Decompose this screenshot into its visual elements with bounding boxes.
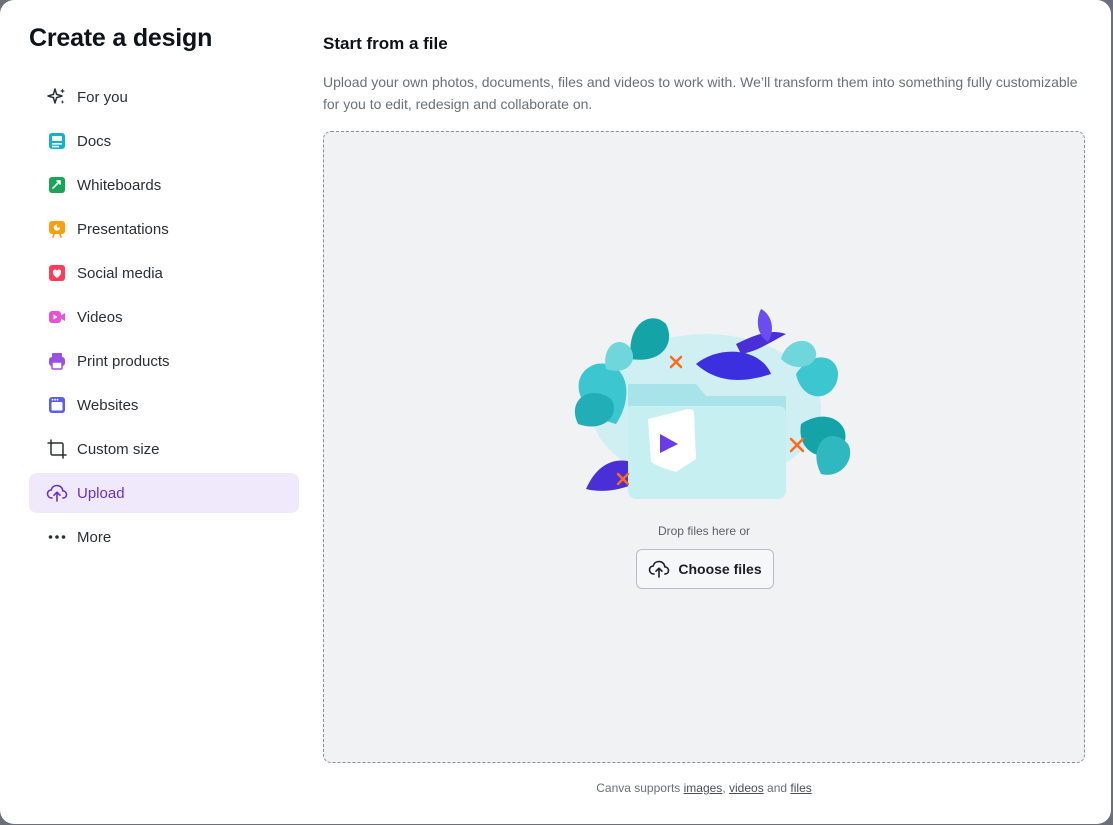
presentation-icon (46, 218, 68, 240)
images-link[interactable]: images (684, 781, 723, 795)
sidebar-item-docs[interactable]: Docs (29, 121, 299, 161)
supported-formats-note: Canva supports images, videos and files (323, 781, 1085, 795)
sidebar-item-label: Presentations (77, 220, 169, 238)
sidebar-item-print-products[interactable]: Print products (29, 341, 299, 381)
sidebar-item-for-you[interactable]: For you (29, 77, 299, 117)
docs-icon (46, 130, 68, 152)
sidebar-item-presentations[interactable]: Presentations (29, 209, 299, 249)
sidebar-item-social-media[interactable]: Social media (29, 253, 299, 293)
sidebar-item-label: Upload (77, 484, 125, 502)
videos-link[interactable]: videos (729, 781, 764, 795)
website-icon (46, 394, 68, 416)
sidebar-item-label: Social media (77, 264, 163, 282)
more-dots-icon (46, 526, 68, 548)
sidebar-item-label: For you (77, 88, 128, 106)
sidebar-item-videos[interactable]: Videos (29, 297, 299, 337)
choose-files-button[interactable]: Choose files (636, 549, 774, 589)
sidebar-item-websites[interactable]: Websites (29, 385, 299, 425)
sidebar-item-label: Whiteboards (77, 176, 162, 194)
video-icon (46, 306, 68, 328)
files-link[interactable]: files (790, 781, 811, 795)
sidebar-item-label: Videos (77, 308, 123, 326)
sidebar-item-label: Docs (77, 132, 112, 150)
sidebar-item-upload[interactable]: Upload (29, 473, 299, 513)
sidebar-item-label: More (77, 528, 112, 546)
sparkle-icon (46, 86, 68, 108)
folder-illustration (574, 309, 851, 499)
modal-title: Create a design (29, 24, 213, 52)
whiteboard-icon (46, 174, 68, 196)
heart-icon (46, 262, 68, 284)
sidebar-item-custom-size[interactable]: Custom size (29, 429, 299, 469)
printer-icon (46, 350, 68, 372)
sidebar: Create a design For you Docs Whiteboards… (0, 0, 312, 824)
footer-and: and (767, 781, 788, 795)
main-content: Start from a file Upload your own photos… (323, 0, 1085, 824)
drop-files-hint: Drop files here or (657, 524, 751, 538)
custom-size-icon (46, 438, 68, 460)
sidebar-item-label: Custom size (77, 440, 160, 458)
sidebar-item-more[interactable]: More (29, 517, 299, 557)
sidebar-nav: For you Docs Whiteboards Presentations S… (29, 77, 299, 561)
file-dropzone[interactable]: Drop files here or Choose files (323, 131, 1085, 763)
sidebar-item-label: Websites (77, 396, 139, 414)
upload-cloud-icon (648, 559, 670, 579)
section-description: Upload your own photos, documents, files… (323, 74, 1078, 112)
footer-comma: , (722, 781, 726, 795)
sidebar-item-label: Print products (77, 352, 170, 370)
create-design-modal: Create a design For you Docs Whiteboards… (0, 0, 1111, 824)
section-title: Start from a file (323, 34, 448, 53)
sidebar-item-whiteboards[interactable]: Whiteboards (29, 165, 299, 205)
choose-files-label: Choose files (678, 561, 762, 577)
upload-cloud-icon (46, 482, 68, 504)
footer-prefix: Canva supports (596, 781, 681, 795)
